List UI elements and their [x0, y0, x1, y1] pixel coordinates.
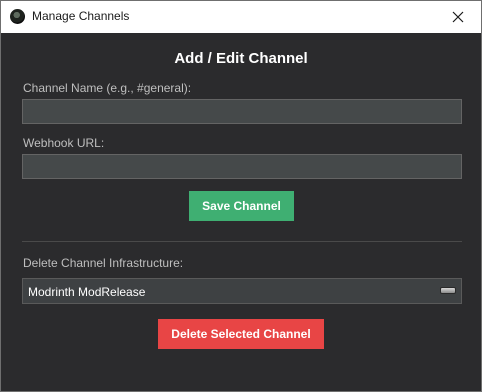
section-separator [22, 241, 462, 242]
close-button[interactable] [435, 1, 481, 33]
channel-name-input[interactable] [22, 99, 462, 124]
window-title: Manage Channels [32, 9, 130, 23]
selected-channel-value: Modrinth ModRelease [28, 285, 146, 299]
close-icon [452, 11, 464, 23]
delete-selected-channel-button[interactable]: Delete Selected Channel [158, 319, 324, 349]
dialog-content: Add / Edit Channel Channel Name (e.g., #… [1, 33, 481, 391]
channel-select[interactable]: Modrinth ModRelease [22, 278, 462, 304]
webhook-url-input[interactable] [22, 154, 462, 179]
title-bar: Manage Channels [1, 1, 481, 33]
delete-channel-label: Delete Channel Infrastructure: [23, 256, 184, 270]
dropdown-arrow-icon [440, 287, 456, 294]
form-heading: Add / Edit Channel [174, 50, 308, 67]
channel-name-label: Channel Name (e.g., #general): [23, 81, 192, 95]
save-channel-button[interactable]: Save Channel [189, 191, 294, 221]
webhook-url-label: Webhook URL: [23, 136, 105, 150]
app-logo-icon [10, 9, 25, 24]
manage-channels-window: Manage Channels Add / Edit Channel Chann… [0, 0, 482, 392]
